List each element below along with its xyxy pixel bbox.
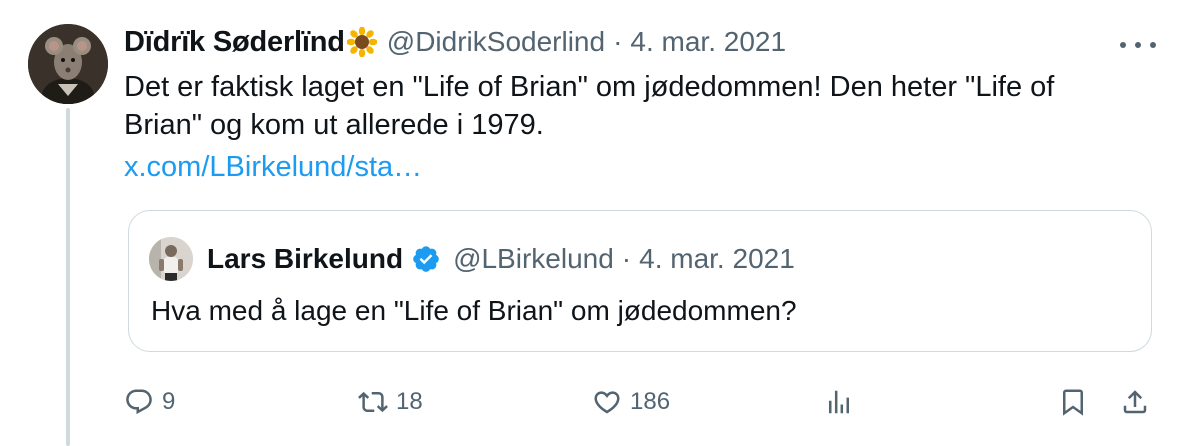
- avatar-image: [28, 24, 108, 104]
- bookmark-button[interactable]: [1058, 382, 1088, 422]
- verified-badge-icon: [413, 246, 439, 272]
- tweet-date[interactable]: 4. mar. 2021: [630, 26, 786, 58]
- quoted-author-display-name[interactable]: Lars Birkelund: [207, 243, 403, 275]
- retweet-count: 18: [396, 388, 423, 415]
- quoted-author-avatar[interactable]: [149, 237, 193, 281]
- bookmark-icon: [1063, 389, 1083, 416]
- sunflower-icon: [346, 27, 377, 57]
- quoted-tweet-text: Hva med å lage en "Life of Brian" om jød…: [151, 295, 797, 326]
- reply-button[interactable]: 9: [124, 382, 175, 422]
- quoted-tweet-date[interactable]: 4. mar. 2021: [639, 243, 795, 275]
- tweet-link[interactable]: x.com/LBirkelund/sta…: [124, 148, 1174, 186]
- views-chart-icon: [829, 390, 849, 414]
- more-options-icon[interactable]: [1120, 38, 1156, 52]
- quoted-author-handle[interactable]: @LBirkelund: [453, 243, 614, 275]
- quoted-tweet-header: Lars Birkelund @LBirkelund · 4. mar. 202…: [207, 239, 795, 279]
- more-dot: [1135, 42, 1141, 48]
- reply-count: 9: [162, 388, 176, 415]
- quoted-header-separator: ·: [621, 243, 632, 274]
- tweet-text: Det er faktisk laget en "Life of Brian" …: [124, 71, 1055, 141]
- share-icon: [1123, 390, 1147, 414]
- quoted-avatar-image: [149, 237, 193, 281]
- heart-icon: [594, 391, 620, 414]
- thread-connector-line: [66, 108, 70, 446]
- views-button[interactable]: [824, 382, 854, 422]
- tweet-action-bar: 9 18 186: [124, 382, 1156, 422]
- retweet-icon: [358, 391, 388, 413]
- more-dot: [1150, 42, 1156, 48]
- author-handle[interactable]: @DidrikSoderlind: [387, 26, 605, 58]
- author-avatar[interactable]: [28, 24, 108, 104]
- like-count: 186: [630, 388, 671, 415]
- author-display-name[interactable]: Dïdrïk Søderlïnd: [124, 26, 345, 59]
- tweet-body: Dïdrïk Søderlïnd @DidrikSoderlind · 4. m…: [124, 22, 1174, 186]
- share-button[interactable]: [1120, 382, 1150, 422]
- like-button[interactable]: 186: [592, 382, 670, 422]
- more-dot: [1120, 42, 1126, 48]
- tweet-header: Dïdrïk Søderlïnd @DidrikSoderlind · 4. m…: [124, 22, 1174, 62]
- reply-icon: [126, 389, 152, 415]
- header-separator: ·: [613, 26, 623, 57]
- retweet-button[interactable]: 18: [358, 382, 423, 422]
- quoted-tweet-card[interactable]: Lars Birkelund @LBirkelund · 4. mar. 202…: [128, 210, 1152, 352]
